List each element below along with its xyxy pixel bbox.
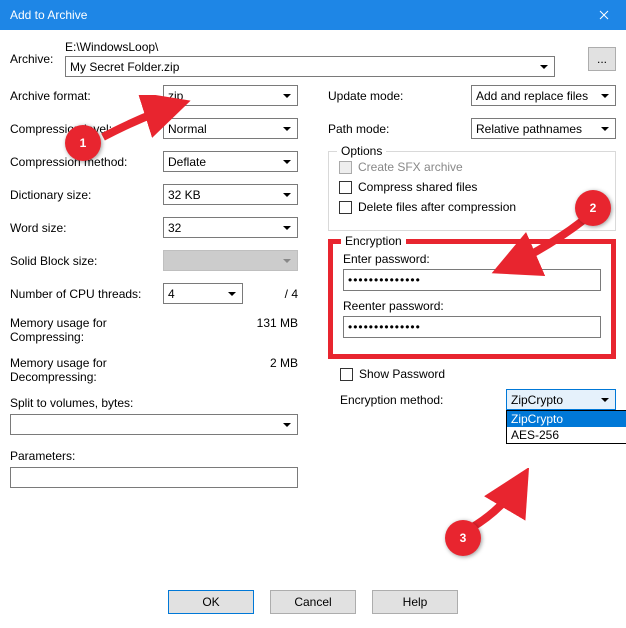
reenter-password-value: ••••••••••••••	[348, 320, 421, 334]
ok-button[interactable]: OK	[168, 590, 254, 614]
archive-filename: My Secret Folder.zip	[70, 60, 179, 74]
delete-after-label: Delete files after compression	[358, 200, 516, 214]
compression-method-select[interactable]: Deflate	[163, 151, 298, 172]
compress-shared-checkbox[interactable]: Compress shared files	[339, 180, 605, 194]
encryption-fieldset: Encryption Enter password: •••••••••••••…	[328, 239, 616, 359]
cpu-threads-label: Number of CPU threads:	[10, 287, 163, 301]
word-size-value: 32	[168, 221, 181, 235]
compress-shared-label: Compress shared files	[358, 180, 477, 194]
titlebar: Add to Archive	[0, 0, 626, 30]
word-size-label: Word size:	[10, 221, 163, 235]
cancel-label: Cancel	[294, 595, 331, 609]
word-size-select[interactable]: 32	[163, 217, 298, 238]
sfx-label: Create SFX archive	[358, 160, 463, 174]
split-volumes-select[interactable]	[10, 414, 298, 435]
archive-format-label: Archive format:	[10, 89, 163, 103]
path-mode-select[interactable]: Relative pathnames	[471, 118, 616, 139]
sfx-checkbox: Create SFX archive	[339, 160, 605, 174]
options-fieldset: Options Create SFX archive Compress shar…	[328, 151, 616, 231]
mem-compress-label: Memory usage for Compressing:	[10, 316, 163, 344]
callout-2: 2	[575, 190, 611, 226]
close-button[interactable]	[581, 0, 626, 30]
enter-password-label: Enter password:	[343, 252, 601, 266]
dictionary-size-value: 32 KB	[168, 188, 201, 202]
archive-format-select[interactable]: zip	[163, 85, 298, 106]
right-column: Update mode: Add and replace files Path …	[328, 85, 616, 488]
archive-filename-select[interactable]: My Secret Folder.zip	[65, 56, 555, 77]
path-mode-label: Path mode:	[328, 122, 471, 136]
callout-1: 1	[65, 125, 101, 161]
left-column: Archive format: zip Compression level: N…	[10, 85, 298, 488]
path-mode-value: Relative pathnames	[476, 122, 582, 136]
cpu-threads-value: 4	[168, 287, 175, 301]
cpu-threads-select[interactable]: 4	[163, 283, 243, 304]
encryption-legend: Encryption	[341, 234, 406, 248]
help-button[interactable]: Help	[372, 590, 458, 614]
mem-decompress-value: 2 MB	[163, 356, 298, 384]
enter-password-input[interactable]: ••••••••••••••	[343, 269, 601, 291]
show-password-label: Show Password	[359, 367, 445, 381]
callout-3: 3	[445, 520, 481, 556]
compression-method-value: Deflate	[168, 155, 206, 169]
encryption-method-dropdown: ZipCrypto AES-256	[506, 410, 626, 444]
mem-decompress-label: Memory usage for Decompressing:	[10, 356, 163, 384]
show-password-checkbox[interactable]: Show Password	[340, 367, 616, 381]
ok-label: OK	[202, 595, 219, 609]
checkbox-icon	[340, 368, 353, 381]
compression-level-select[interactable]: Normal	[163, 118, 298, 139]
archive-label: Archive:	[10, 52, 65, 66]
delete-after-checkbox[interactable]: Delete files after compression	[339, 200, 605, 214]
encryption-option-aes256[interactable]: AES-256	[507, 427, 626, 443]
checkbox-icon	[339, 181, 352, 194]
browse-button[interactable]: ...	[588, 47, 616, 71]
options-legend: Options	[337, 144, 386, 158]
archive-path: E:\WindowsLoop\	[65, 40, 578, 54]
enter-password-value: ••••••••••••••	[348, 273, 421, 287]
split-volumes-label: Split to volumes, bytes:	[10, 396, 298, 410]
compression-level-value: Normal	[168, 122, 207, 136]
encryption-method-select[interactable]: ZipCrypto ZipCrypto AES-256	[506, 389, 616, 410]
archive-format-value: zip	[168, 89, 183, 103]
dictionary-size-label: Dictionary size:	[10, 188, 163, 202]
window-title: Add to Archive	[10, 8, 87, 22]
checkbox-icon	[339, 161, 352, 174]
cancel-button[interactable]: Cancel	[270, 590, 356, 614]
browse-label: ...	[597, 52, 607, 66]
solid-block-select	[163, 250, 298, 271]
reenter-password-label: Reenter password:	[343, 299, 601, 313]
dictionary-size-select[interactable]: 32 KB	[163, 184, 298, 205]
encryption-method-value: ZipCrypto	[511, 393, 563, 407]
encryption-method-label: Encryption method:	[340, 393, 506, 407]
update-mode-label: Update mode:	[328, 89, 471, 103]
encryption-option-zipcrypto[interactable]: ZipCrypto	[507, 411, 626, 427]
update-mode-select[interactable]: Add and replace files	[471, 85, 616, 106]
update-mode-value: Add and replace files	[476, 89, 588, 103]
checkbox-icon	[339, 201, 352, 214]
help-label: Help	[403, 595, 428, 609]
parameters-label: Parameters:	[10, 449, 298, 463]
cpu-threads-total: / 4	[243, 287, 298, 301]
reenter-password-input[interactable]: ••••••••••••••	[343, 316, 601, 338]
solid-block-label: Solid Block size:	[10, 254, 163, 268]
button-row: OK Cancel Help	[0, 580, 626, 624]
parameters-input[interactable]	[10, 467, 298, 488]
mem-compress-value: 131 MB	[163, 316, 298, 344]
